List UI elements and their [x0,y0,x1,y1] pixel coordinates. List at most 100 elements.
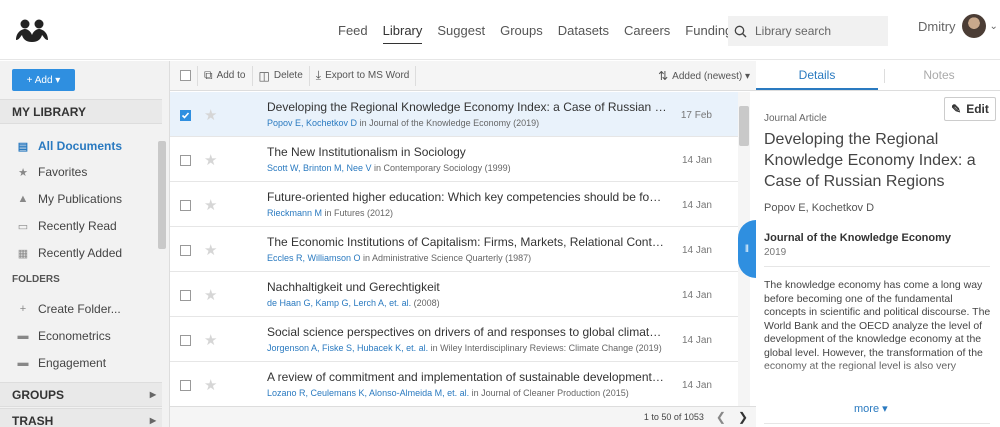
detail-authors[interactable]: Popov E, Kochetkov D [764,202,874,214]
sort-dropdown[interactable]: ⇅ Added (newest) ▾ [658,61,750,91]
favorite-star-icon[interactable]: ★ [204,331,217,349]
sidebar-item-recently-read[interactable]: ▭ Recently Read [0,213,158,239]
sidebar-item-label: Favorites [38,165,88,179]
document-authors[interactable]: de Haan G, Kamp G, Lerch A, et. al. [267,298,411,308]
document-date: 14 Jan [681,245,712,256]
table-row[interactable]: ★ The Economic Institutions of Capitalis… [170,227,738,272]
nav-feed[interactable]: Feed [338,0,368,60]
sidebar-item-recently-added[interactable]: ▦ Recently Added [0,240,158,266]
document-authors[interactable]: Eccles R, Williamson O [267,253,361,263]
document-date: 14 Jan [681,380,712,391]
library-search[interactable] [728,16,888,46]
favorite-star-icon[interactable]: ★ [204,241,217,259]
document-title[interactable]: Future-oriented higher education: Which … [267,190,667,204]
my-library-header[interactable]: MY LIBRARY [0,99,162,124]
sidebar-scrollbar[interactable] [158,141,166,249]
document-title[interactable]: Nachhaltigkeit und Gerechtigkeit [267,280,667,294]
add-to-button[interactable]: ⧉ Add to [197,65,252,86]
nav-datasets[interactable]: Datasets [558,0,609,60]
select-all-checkbox[interactable] [180,70,191,81]
document-title[interactable]: The Economic Institutions of Capitalism:… [267,235,667,249]
tab-notes[interactable]: Notes [878,61,1000,90]
favorite-star-icon[interactable]: ★ [204,286,217,304]
sidebar-item-label: Recently Read [38,219,117,233]
folder-item-econometrics[interactable]: ▬ Econometrics [0,323,158,349]
folder-label: Econometrics [38,329,111,343]
row-checkbox[interactable] [180,290,191,301]
folders-label: FOLDERS [12,274,60,285]
folder-icon: ▬ [17,357,29,369]
nav-library[interactable]: Library [382,0,422,60]
next-page-icon[interactable]: ❯ [738,410,748,424]
delete-label: Delete [273,70,303,81]
document-title[interactable]: A review of commitment and implementatio… [267,370,667,384]
folder-item-engagement[interactable]: ▬ Engagement [0,350,158,376]
mendeley-logo-icon[interactable] [12,18,52,44]
user-name: Dmitry [918,18,956,34]
add-button[interactable]: + Add ▾ [12,69,75,91]
favorite-star-icon[interactable]: ★ [204,106,217,124]
document-source: in Journal of Cleaner Production (2015) [469,388,629,398]
edit-button[interactable]: ✎ Edit [944,97,996,121]
document-authors[interactable]: Jorgenson A, Fiske S, Hubacek K, et. al. [267,343,428,353]
favorite-star-icon[interactable]: ★ [204,376,217,394]
nav-suggest[interactable]: Suggest [437,0,485,60]
sidebar-item-favorites[interactable]: ★ Favorites [0,159,158,185]
toolbar-divider [415,65,417,86]
export-button[interactable]: ⤓ Export to MS Word [308,65,416,86]
table-row[interactable]: ★ Future-oriented higher education: Whic… [170,182,738,227]
favorite-star-icon[interactable]: ★ [204,151,217,169]
row-checkbox[interactable] [180,155,191,166]
sidebar-item-my-publications[interactable]: ▲ My Publications [0,186,158,212]
document-authors[interactable]: Lozano R, Ceulemans K, Alonso-Almeida M,… [267,388,469,398]
row-checkbox[interactable] [180,245,191,256]
table-row[interactable]: ★ A review of commitment and implementat… [170,362,738,406]
edit-label: Edit [966,102,989,116]
chevron-down-icon[interactable]: ⌄ [990,21,998,32]
list-scrollbar-thumb[interactable] [739,106,749,146]
row-checkbox[interactable] [180,110,191,121]
table-row[interactable]: ★ Developing the Regional Knowledge Econ… [170,92,738,137]
document-source: in Wiley Interdisciplinary Reviews: Clim… [428,343,662,353]
user-menu[interactable]: Dmitry ⌄ [918,14,998,38]
avatar[interactable] [961,14,986,38]
table-row[interactable]: ★ Social science perspectives on drivers… [170,317,738,362]
panel-toggle-handle[interactable]: ‖ [738,220,756,278]
more-button[interactable]: more ▾ [854,402,888,415]
document-title[interactable]: The New Institutionalism in Sociology [267,145,667,159]
document-authors[interactable]: Popov E, Kochetkov D [267,118,357,128]
sidebar-item-label: My Publications [38,192,123,206]
document-source: in Journal of the Knowledge Economy (201… [357,118,540,128]
favorite-star-icon[interactable]: ★ [204,196,217,214]
document-authors[interactable]: Rieckmann M [267,208,322,218]
previous-page-icon[interactable]: ❮ [716,410,726,424]
download-icon: ⤓ [315,68,322,82]
divider [764,423,990,424]
row-checkbox[interactable] [180,200,191,211]
table-row[interactable]: ★ Nachhaltigkeit und Gerechtigkeit de Ha… [170,272,738,317]
nav-groups[interactable]: Groups [500,0,543,60]
nav-funding[interactable]: Funding [685,0,732,60]
row-checkbox[interactable] [180,380,191,391]
trash-header[interactable]: TRASH ▶ [0,408,162,427]
create-folder-item[interactable]: + Create Folder... [0,296,158,322]
document-date: 17 Feb [680,110,712,121]
table-row[interactable]: ★ The New Institutionalism in Sociology … [170,137,738,182]
document-meta: Rieckmann M in Futures (2012) [267,208,687,218]
tab-details[interactable]: Details [756,61,878,90]
row-checkbox[interactable] [180,335,191,346]
sort-label: Added (newest) ▾ [672,70,750,82]
calendar-icon: ▦ [17,247,29,260]
document-date: 14 Jan [681,290,712,301]
nav-careers[interactable]: Careers [624,0,670,60]
delete-button[interactable]: ◫ Delete [251,65,309,86]
document-title[interactable]: Social science perspectives on drivers o… [267,325,667,339]
add-to-label: Add to [216,70,246,81]
sidebar-item-all-documents[interactable]: ▤ All Documents [0,133,158,159]
panel-handle-icon: ‖ [744,243,750,255]
groups-header[interactable]: GROUPS ▶ [0,382,162,407]
document-authors[interactable]: Scott W, Brinton M, Nee V [267,163,372,173]
my-library-label: MY LIBRARY [12,104,87,119]
search-input[interactable] [755,24,880,38]
document-title[interactable]: Developing the Regional Knowledge Econom… [267,100,667,114]
